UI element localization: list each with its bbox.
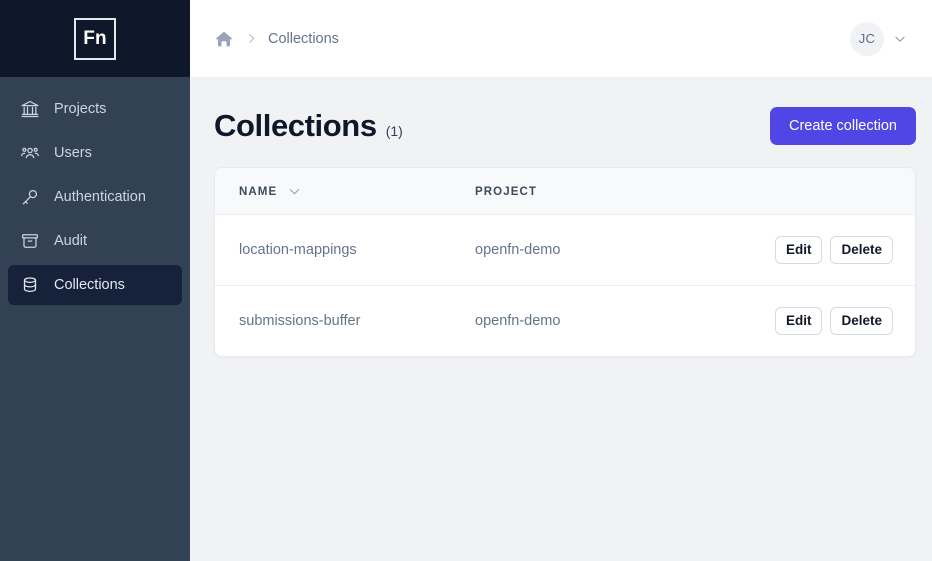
column-header-name-label: NAME (239, 185, 278, 198)
cell-project-name: openfn-demo (475, 214, 737, 286)
sidebar-item-label: Projects (54, 101, 107, 117)
sidebar-item-audit[interactable]: Audit (8, 221, 182, 261)
page-header: Collections (1) Create collection (214, 107, 916, 145)
column-header-project-label: PROJECT (475, 185, 538, 198)
table-row[interactable]: location-mappings openfn-demo Edit Delet… (215, 214, 915, 286)
app-root: Fn Projects Users Authentication Audit C… (0, 0, 932, 561)
column-header-project: PROJECT (475, 168, 737, 215)
sidebar-item-projects[interactable]: Projects (8, 89, 182, 129)
table-row[interactable]: submissions-buffer openfn-demo Edit Dele… (215, 286, 915, 357)
column-header-actions (737, 168, 915, 215)
collections-table: NAME PROJECT location-mappings openfn-de… (215, 168, 915, 357)
page-title: Collections (214, 108, 377, 143)
table-header-row: NAME PROJECT (215, 168, 915, 215)
table-head: NAME PROJECT (215, 168, 915, 215)
cell-collection-name: submissions-buffer (239, 313, 361, 329)
chevron-down-icon[interactable] (892, 31, 908, 47)
home-icon[interactable] (214, 29, 234, 49)
cell-project-name: openfn-demo (475, 313, 561, 329)
create-collection-button[interactable]: Create collection (770, 107, 916, 145)
users-icon (20, 143, 40, 163)
sidebar-item-label: Users (54, 145, 92, 161)
key-icon (20, 187, 40, 207)
edit-button[interactable]: Edit (774, 307, 823, 335)
sidebar-nav: Projects Users Authentication Audit Coll… (0, 77, 190, 305)
column-header-name[interactable]: NAME (215, 168, 475, 215)
page-content: Collections (1) Create collection NAME P… (190, 77, 932, 561)
sidebar-item-label: Authentication (54, 189, 146, 205)
main-area: Collections JC Collections (1) Create co… (190, 0, 932, 561)
breadcrumb-current[interactable]: Collections (268, 31, 339, 47)
app-logo[interactable]: Fn (74, 17, 116, 60)
collections-count: (1) (385, 123, 403, 139)
cell-actions: Edit Delete (737, 214, 915, 286)
table-body: location-mappings openfn-demo Edit Delet… (215, 214, 915, 357)
sidebar-item-collections[interactable]: Collections (8, 265, 182, 305)
delete-button[interactable]: Delete (830, 307, 893, 335)
row-actions: Edit Delete (737, 307, 893, 335)
chevron-down-icon[interactable] (287, 184, 302, 199)
delete-button[interactable]: Delete (830, 236, 893, 264)
bank-icon (20, 99, 40, 119)
archive-box-icon (20, 231, 40, 251)
sidebar-item-users[interactable]: Users (8, 133, 182, 173)
row-actions: Edit Delete (737, 236, 893, 264)
avatar[interactable]: JC (850, 21, 884, 56)
sidebar: Fn Projects Users Authentication Audit C… (0, 0, 190, 561)
breadcrumb-separator-icon (234, 32, 268, 45)
sidebar-item-label: Collections (54, 277, 125, 293)
title-group: Collections (1) (214, 108, 403, 144)
cell-actions: Edit Delete (737, 286, 915, 357)
user-menu[interactable]: JC (850, 21, 908, 56)
logo-area: Fn (0, 0, 190, 77)
database-icon (20, 275, 40, 295)
sidebar-item-authentication[interactable]: Authentication (8, 177, 182, 217)
cell-collection-name: location-mappings (215, 214, 475, 286)
collections-table-card: NAME PROJECT location-mappings openfn-de… (214, 167, 916, 357)
edit-button[interactable]: Edit (774, 236, 823, 264)
breadcrumb: Collections (214, 29, 339, 49)
sidebar-item-label: Audit (54, 233, 88, 249)
topbar: Collections JC (190, 0, 932, 77)
